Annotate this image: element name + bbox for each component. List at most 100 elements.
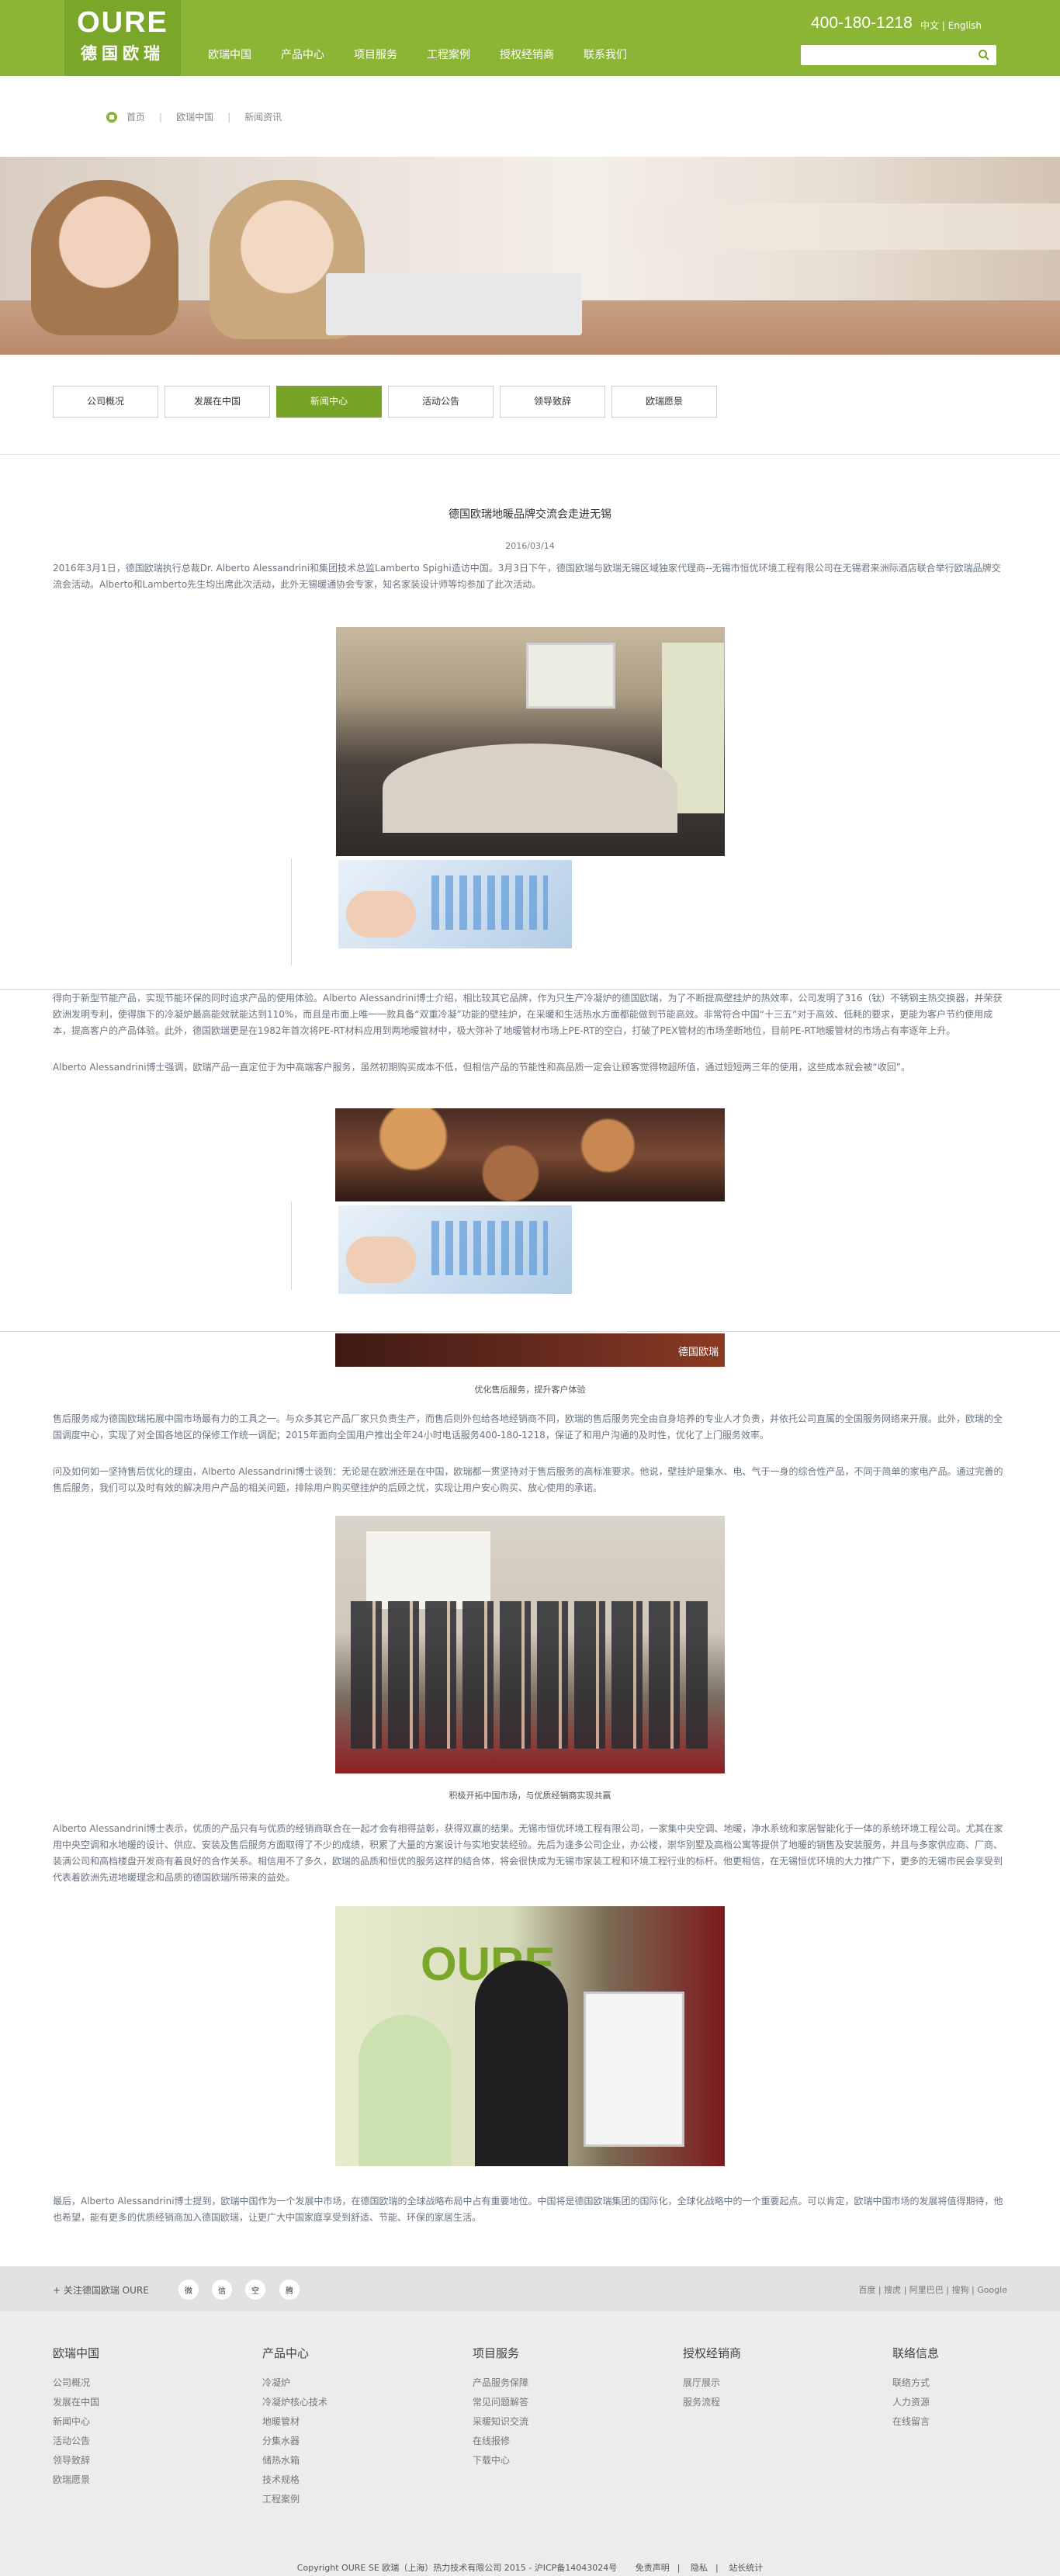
tab-leader-speech[interactable]: 领导致辞 bbox=[500, 386, 605, 418]
link-sogou[interactable]: 搜狗 bbox=[952, 2285, 969, 2295]
search-icon[interactable] bbox=[978, 49, 990, 61]
home-icon bbox=[106, 111, 117, 123]
divider bbox=[0, 454, 1060, 455]
link-privacy[interactable]: 隐私 bbox=[691, 2563, 708, 2573]
footer-link[interactable]: 发展在中国 bbox=[53, 2393, 99, 2412]
image-caption: 优化售后服务，提升客户体验 bbox=[474, 1385, 586, 1395]
tab-vision[interactable]: 欧瑞愿景 bbox=[611, 386, 717, 418]
banner-strip-photo: 德国欧瑞 bbox=[335, 1333, 725, 1367]
link-sohu[interactable]: 搜虎 bbox=[884, 2285, 901, 2295]
lang-english[interactable]: English bbox=[948, 20, 982, 31]
footer-link[interactable]: 产品服务保障 bbox=[473, 2373, 528, 2393]
share-bar: + 关注德国欧瑞 OURE 微 信 空 腾 百度 | 搜虎 | 阿里巴巴 | 搜… bbox=[0, 2266, 1060, 2311]
article-date: 2016/03/14 bbox=[505, 541, 555, 551]
footer-link[interactable]: 地暖管材 bbox=[262, 2412, 327, 2432]
article-paragraph: 最后，Alberto Alessandrini博士提到，欧瑞中国作为一个发展中市… bbox=[53, 2196, 1003, 2223]
nav-item-oure-china[interactable]: 欧瑞中国 bbox=[208, 47, 251, 62]
group-photo bbox=[335, 1516, 725, 1773]
breadcrumb-oure-china[interactable]: 欧瑞中国 bbox=[176, 110, 213, 123]
site-footer: 欧瑞中国 公司概况 发展在中国 新闻中心 活动公告 领导致辞 欧瑞愿景 产品中心… bbox=[0, 2311, 1060, 2576]
footer-link[interactable]: 在线报修 bbox=[473, 2432, 528, 2451]
nav-item-products[interactable]: 产品中心 bbox=[281, 47, 324, 62]
hotline-phone: 400-180-1218 bbox=[811, 14, 913, 32]
article-paragraph: Alberto Alessandrini博士表示，优质的产品只有与优质的经销商联… bbox=[53, 1823, 1003, 1883]
tab-announcements[interactable]: 活动公告 bbox=[388, 386, 494, 418]
footer-heading: 项目服务 bbox=[473, 2346, 520, 2360]
seminar-audience-photo bbox=[335, 1108, 725, 1201]
footer-link[interactable]: 领导致辞 bbox=[53, 2451, 99, 2470]
footer-link[interactable]: 公司概况 bbox=[53, 2373, 99, 2393]
tab-company-overview[interactable]: 公司概况 bbox=[53, 386, 158, 418]
site-header: OURE 德国欧瑞 欧瑞中国 产品中心 项目服务 工程案例 授权经销商 联系我们… bbox=[0, 0, 1060, 76]
watermark: 德国欧瑞 bbox=[677, 1347, 719, 1358]
article-paragraph: 得向于新型节能产品，实现节能环保的同时追求产品的使用体验。Alberto Ale… bbox=[53, 993, 1003, 1036]
footer-link[interactable]: 技术规格 bbox=[262, 2470, 327, 2490]
tab-development-china[interactable]: 发展在中国 bbox=[165, 386, 270, 418]
follow-label: + 关注德国欧瑞 OURE bbox=[53, 2285, 149, 2296]
footer-link[interactable]: 储热水箱 bbox=[262, 2451, 327, 2470]
footer-link[interactable]: 工程案例 bbox=[262, 2490, 327, 2509]
footer-link[interactable]: 分集水器 bbox=[262, 2432, 327, 2451]
search-box bbox=[801, 45, 996, 65]
article-paragraph: Alberto Alessandrini博士强调，欧瑞产品一直定位于为中高端客户… bbox=[53, 1062, 910, 1073]
footer-link[interactable]: 联络方式 bbox=[892, 2373, 939, 2393]
article-paragraph: 售后服务成为德国欧瑞拓展中国市场最有力的工具之一。与众多其它产品厂家只负责生产，… bbox=[53, 1413, 1003, 1441]
link-stats[interactable]: 站长统计 bbox=[729, 2563, 763, 2573]
tab-news-center[interactable]: 新闻中心 bbox=[276, 386, 382, 418]
footer-link[interactable]: 服务流程 bbox=[683, 2393, 741, 2412]
product-demo-photo: OURE bbox=[335, 1906, 725, 2166]
hero-banner-image bbox=[0, 157, 1060, 355]
link-alibaba[interactable]: 阿里巴巴 bbox=[909, 2285, 944, 2295]
breadcrumb-news[interactable]: 新闻资讯 bbox=[244, 110, 282, 123]
laptop-photo bbox=[326, 273, 582, 335]
language-switch: 中文 | English bbox=[920, 20, 982, 31]
tablet-chart-photo bbox=[338, 860, 572, 948]
qzone-icon[interactable]: 空 bbox=[245, 2280, 265, 2300]
article-paragraph: 2016年3月1日，德国欧瑞执行总裁Dr. Alberto Alessandri… bbox=[53, 563, 1001, 590]
tencent-weibo-icon[interactable]: 腾 bbox=[279, 2280, 300, 2300]
article-title: 德国欧瑞地暖品牌交流会走进无锡 bbox=[449, 508, 611, 521]
footer-link[interactable]: 采暖知识交流 bbox=[473, 2412, 528, 2432]
nav-item-cases[interactable]: 工程案例 bbox=[427, 47, 470, 62]
footer-column-services: 项目服务 产品服务保障 常见问题解答 采暖知识交流 在线报修 下载中心 bbox=[473, 2345, 528, 2470]
search-input[interactable] bbox=[801, 45, 972, 65]
footer-link[interactable]: 下载中心 bbox=[473, 2451, 528, 2470]
footer-link[interactable]: 活动公告 bbox=[53, 2432, 99, 2451]
logo-wordmark: OURE bbox=[77, 6, 168, 39]
weibo-icon[interactable]: 微 bbox=[178, 2280, 199, 2300]
link-baidu[interactable]: 百度 bbox=[858, 2285, 875, 2295]
lang-chinese[interactable]: 中文 bbox=[920, 20, 939, 31]
meeting-photo bbox=[336, 627, 725, 856]
footer-heading: 产品中心 bbox=[262, 2346, 310, 2360]
footer-link[interactable]: 冷凝炉核心技术 bbox=[262, 2393, 327, 2412]
image-caption: 积极开拓中国市场，与优质经销商实现共赢 bbox=[449, 1791, 611, 1801]
brand-logo[interactable]: OURE 德国欧瑞 bbox=[64, 0, 181, 76]
link-google[interactable]: Google bbox=[977, 2285, 1007, 2295]
tablet-chart-photo bbox=[338, 1205, 572, 1294]
footer-column-contact: 联络信息 联络方式 人力资源 在线留言 bbox=[892, 2345, 939, 2432]
search-engine-links: 百度 | 搜虎 | 阿里巴巴 | 搜狗 | Google bbox=[858, 2285, 1007, 2295]
footer-column-dealers: 授权经销商 展厅展示 服务流程 bbox=[683, 2345, 741, 2412]
footer-heading: 联络信息 bbox=[892, 2346, 940, 2360]
section-tabs: 公司概况 发展在中国 新闻中心 活动公告 领导致辞 欧瑞愿景 bbox=[53, 386, 723, 418]
footer-link[interactable]: 常见问题解答 bbox=[473, 2393, 528, 2412]
wechat-icon[interactable]: 信 bbox=[212, 2280, 232, 2300]
footer-link[interactable]: 人力资源 bbox=[892, 2393, 939, 2412]
copyright-bar: Copyright OURE SE 欧瑞（上海）热力技术有限公司 2015 - … bbox=[296, 2563, 764, 2573]
footer-link[interactable]: 冷凝炉 bbox=[262, 2373, 327, 2393]
main-nav: 欧瑞中国 产品中心 项目服务 工程案例 授权经销商 联系我们 bbox=[208, 47, 656, 62]
footer-heading: 欧瑞中国 bbox=[53, 2346, 100, 2360]
footer-link[interactable]: 在线留言 bbox=[892, 2412, 939, 2432]
article-paragraph: 问及如何如一坚持售后优化的理由，Alberto Alessandrini博士谈到… bbox=[53, 1466, 1003, 1493]
footer-heading: 授权经销商 bbox=[683, 2346, 742, 2360]
footer-link[interactable]: 欧瑞愿景 bbox=[53, 2470, 99, 2490]
child-photo-left bbox=[31, 180, 178, 335]
breadcrumb: 首页 | 欧瑞中国 | 新闻资讯 bbox=[106, 110, 282, 123]
footer-link[interactable]: 展厅展示 bbox=[683, 2373, 741, 2393]
nav-item-contact[interactable]: 联系我们 bbox=[584, 47, 627, 62]
footer-link[interactable]: 新闻中心 bbox=[53, 2412, 99, 2432]
nav-item-dealers[interactable]: 授权经销商 bbox=[500, 47, 554, 62]
link-disclaimer[interactable]: 免责声明 bbox=[636, 2563, 670, 2573]
breadcrumb-home[interactable]: 首页 bbox=[126, 110, 145, 123]
nav-item-services[interactable]: 项目服务 bbox=[354, 47, 397, 62]
